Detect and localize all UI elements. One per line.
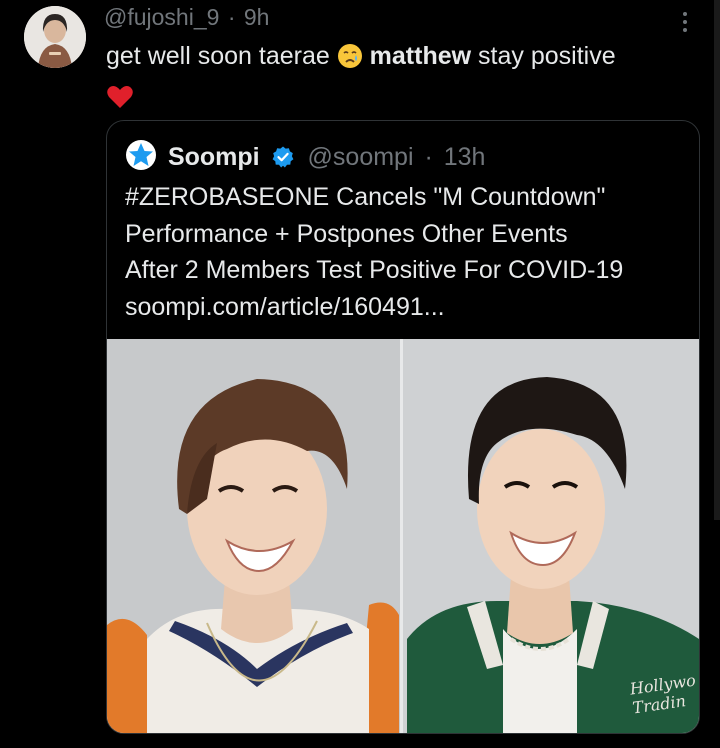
quoted-text-line: After 2 Members Test Positive For COVID-… [125,256,624,284]
tweet-time[interactable]: 9h [244,4,270,30]
tweet-text-part1: get well soon taerae [106,42,330,70]
avatar-image [24,6,86,68]
tweet-text: get well soon taerae matthew stay positi… [106,38,706,120]
author-handle[interactable]: @fujoshi_9 [104,4,219,30]
article-link[interactable]: soompi.com/article/160491... [125,289,685,326]
red-heart-emoji-icon [106,84,134,120]
scrollbar[interactable] [714,0,720,520]
quoted-tweet-time[interactable]: 13h [444,143,486,171]
quoted-text-line: #ZEROBASEONE Cancels "M Countdown" [125,183,606,211]
quoted-tweet-header: Soompi @soompi · 13h [125,139,485,176]
quoted-tweet-text: #ZEROBASEONE Cancels "M Countdown" Perfo… [125,179,685,325]
quoted-text-line: Performance + Postpones Other Events [125,219,568,248]
quoted-tweet[interactable]: Soompi @soompi · 13h #ZEROBASEONE Cancel… [106,120,700,734]
tweet-meta: @fujoshi_9 · 9h [104,4,269,31]
photo-two-people [107,339,699,733]
quoted-author-handle[interactable]: @soompi [308,143,414,171]
quoted-author-name[interactable]: Soompi [168,143,260,171]
soompi-logo-icon[interactable] [125,139,157,171]
tweet-text-part2: stay positive [478,42,616,70]
article-image[interactable]: Hollywo Tradin [107,339,699,733]
avatar[interactable] [24,6,86,68]
more-options-icon[interactable] [680,10,690,36]
quoted-meta-separator: · [424,143,433,171]
meta-separator: · [227,4,236,30]
crying-face-emoji-icon [337,43,363,79]
tweet-text-bold: matthew [369,42,472,70]
verified-badge-icon [271,145,295,176]
